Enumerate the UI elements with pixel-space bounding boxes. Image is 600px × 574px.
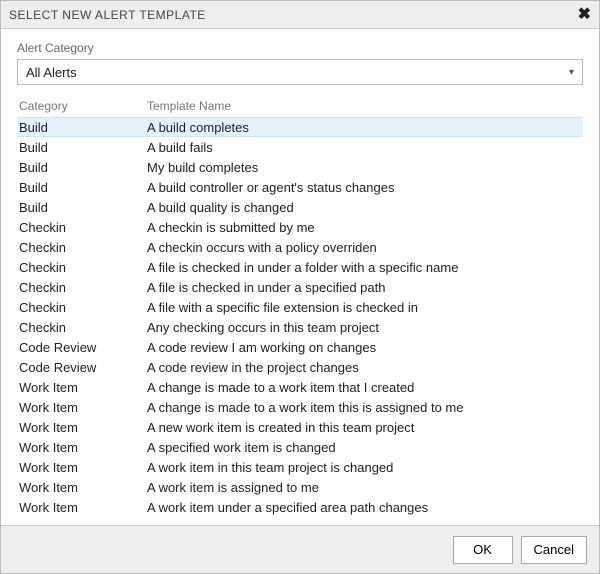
row-template-name: A file is checked in under a folder with… [145,260,583,275]
table-row[interactable]: CheckinA file is checked in under a spec… [17,277,583,297]
row-template-name: Any checking occurs in this team project [145,320,583,335]
row-template-name: A build fails [145,140,583,155]
table-row[interactable]: BuildA build quality is changed [17,197,583,217]
row-template-name: A change is made to a work item this is … [145,400,583,415]
row-template-name: A new work item is created in this team … [145,420,583,435]
row-category: Work Item [17,400,145,415]
row-template-name: A build completes [145,120,583,135]
row-template-name: A build controller or agent's status cha… [145,180,583,195]
row-template-name: A checkin is submitted by me [145,220,583,235]
chevron-down-icon: ▾ [569,67,574,78]
row-template-name: A file is checked in under a specified p… [145,280,583,295]
table-row[interactable]: CheckinA checkin occurs with a policy ov… [17,237,583,257]
table-row[interactable]: Work ItemA specified work item is change… [17,437,583,457]
row-category: Work Item [17,480,145,495]
row-category: Work Item [17,460,145,475]
row-template-name: A change is made to a work item that I c… [145,380,583,395]
titlebar: SELECT NEW ALERT TEMPLATE ✖ [1,1,599,29]
table-row[interactable]: Work ItemA new work item is created in t… [17,417,583,437]
table-row[interactable]: CheckinA checkin is submitted by me [17,217,583,237]
ok-button[interactable]: OK [453,536,513,564]
col-header-template: Template Name [145,99,583,113]
row-template-name: A work item in this team project is chan… [145,460,583,475]
table-row[interactable]: BuildA build fails [17,137,583,157]
row-category: Code Review [17,360,145,375]
row-category: Work Item [17,440,145,455]
row-category: Checkin [17,280,145,295]
table-row[interactable]: Code ReviewA code review in the project … [17,357,583,377]
table-row[interactable]: Work ItemA work item is assigned to me [17,477,583,497]
row-template-name: My build completes [145,160,583,175]
row-category: Build [17,140,145,155]
row-category: Checkin [17,240,145,255]
row-template-name: A code review I am working on changes [145,340,583,355]
row-template-name: A specified work item is changed [145,440,583,455]
table-row[interactable]: BuildA build controller or agent's statu… [17,177,583,197]
table-row[interactable]: Work ItemA work item in this team projec… [17,457,583,477]
row-template-name: A code review in the project changes [145,360,583,375]
row-category: Work Item [17,500,145,515]
row-category: Build [17,180,145,195]
row-template-name: A work item under a specified area path … [145,500,583,515]
table-row[interactable]: BuildA build completes [17,117,583,137]
content-area: Alert Category All Alerts ▾ Category Tem… [1,29,599,525]
table-row[interactable]: Code ReviewA code review I am working on… [17,337,583,357]
row-template-name: A build quality is changed [145,200,583,215]
row-category: Code Review [17,340,145,355]
row-category: Checkin [17,260,145,275]
close-icon[interactable]: ✖ [578,7,591,23]
table-row[interactable]: CheckinA file is checked in under a fold… [17,257,583,277]
row-category: Checkin [17,300,145,315]
alert-category-select[interactable]: All Alerts ▾ [17,59,583,85]
row-category: Build [17,120,145,135]
cancel-button[interactable]: Cancel [521,536,587,564]
dialog-title: SELECT NEW ALERT TEMPLATE [9,8,206,22]
col-header-category: Category [17,99,145,113]
list-header: Category Template Name [17,97,583,117]
table-row[interactable]: BuildMy build completes [17,157,583,177]
row-template-name: A file with a specific file extension is… [145,300,583,315]
row-category: Work Item [17,420,145,435]
table-row[interactable]: CheckinA file with a specific file exten… [17,297,583,317]
footer: OK Cancel [1,525,599,573]
select-value: All Alerts [26,65,77,80]
row-template-name: A work item is assigned to me [145,480,583,495]
row-category: Build [17,200,145,215]
row-category: Checkin [17,220,145,235]
table-row[interactable]: CheckinAny checking occurs in this team … [17,317,583,337]
row-category: Checkin [17,320,145,335]
table-row[interactable]: Work ItemA change is made to a work item… [17,397,583,417]
template-list: BuildA build completesBuildA build fails… [17,117,583,521]
table-row[interactable]: Work ItemA work item under a specified a… [17,497,583,517]
table-row[interactable]: Work ItemA change is made to a work item… [17,377,583,397]
filter-label: Alert Category [17,41,583,55]
dialog-select-alert-template: SELECT NEW ALERT TEMPLATE ✖ Alert Catego… [0,0,600,574]
row-category: Work Item [17,380,145,395]
row-category: Build [17,160,145,175]
row-template-name: A checkin occurs with a policy overriden [145,240,583,255]
